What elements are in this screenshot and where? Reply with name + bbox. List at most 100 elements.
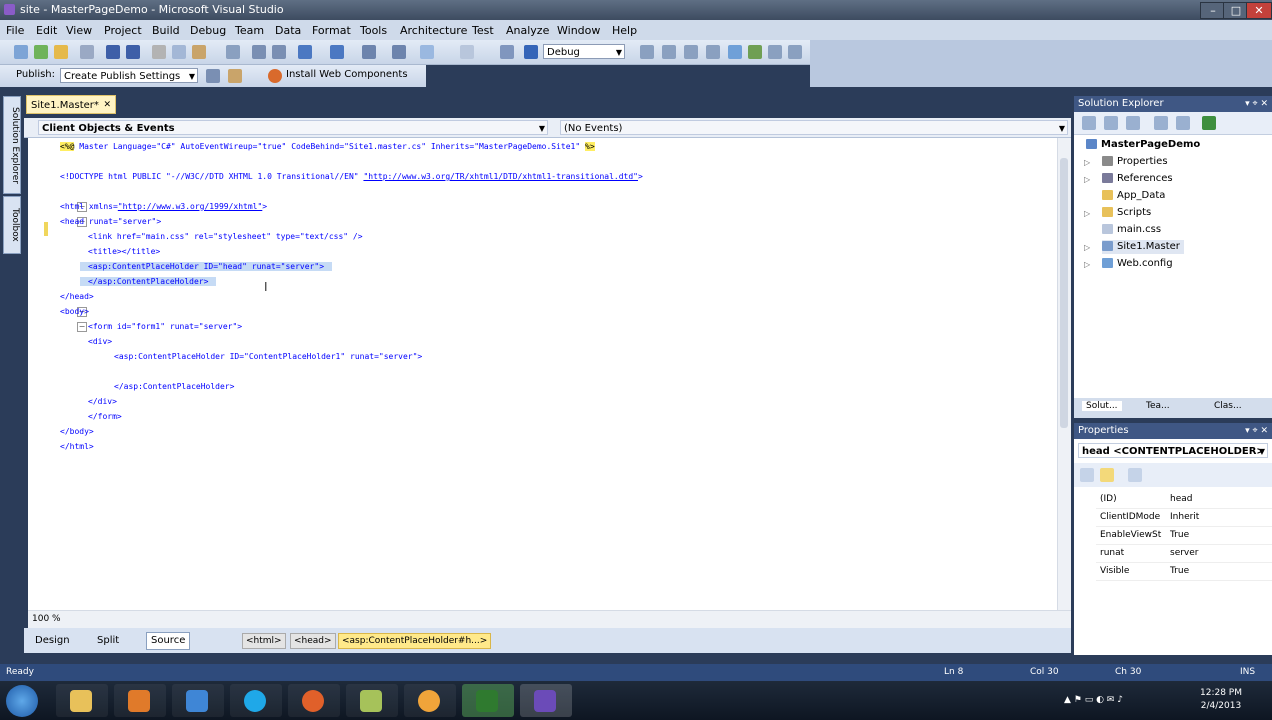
view-designer-icon[interactable]	[1176, 116, 1190, 130]
tree-web-config[interactable]: Web.config	[1102, 257, 1173, 271]
doctype-url[interactable]: "http://www.w3.org/TR/xhtml1/DTD/xhtml1-…	[363, 172, 638, 181]
show-all-files-icon[interactable]	[1104, 116, 1118, 130]
solution-config-icon[interactable]	[524, 45, 538, 59]
view-code-icon[interactable]	[1154, 116, 1168, 130]
tree-site1-master[interactable]: Site1.Master	[1102, 240, 1184, 254]
find-icon[interactable]	[226, 45, 240, 59]
property-value[interactable]: head	[1170, 491, 1192, 508]
add-item-icon[interactable]	[34, 45, 48, 59]
step-icon[interactable]	[460, 45, 474, 59]
find-in-files-icon[interactable]	[640, 45, 654, 59]
menu-help[interactable]: Help	[612, 24, 637, 37]
menu-analyze[interactable]: Analyze	[506, 24, 549, 37]
menu-test[interactable]: Test	[472, 24, 494, 37]
close-tab-icon[interactable]: ✕	[103, 96, 111, 115]
bookmark-icon[interactable]	[684, 45, 698, 59]
tab-site1-master[interactable]: Site1.Master* ✕	[26, 95, 116, 114]
scroll-thumb[interactable]	[1060, 158, 1068, 428]
code-editor[interactable]: − − − − <%@ Master Language="C#" AutoEve…	[28, 138, 1071, 610]
vertical-scrollbar[interactable]	[1057, 138, 1071, 610]
publish-settings-icon[interactable]	[228, 69, 242, 83]
client-objects-dropdown[interactable]: Client Objects & Events ▼	[38, 120, 548, 135]
cut-icon[interactable]	[152, 45, 166, 59]
events-dropdown[interactable]: (No Events) ▼	[560, 120, 1068, 135]
categorized-icon[interactable]	[1080, 468, 1094, 482]
alphabetical-icon[interactable]	[1100, 468, 1114, 482]
taskbar-firefox[interactable]	[288, 684, 340, 717]
install-web-icon[interactable]	[268, 69, 282, 83]
menu-debug[interactable]: Debug	[190, 24, 226, 37]
property-value[interactable]: Inherit	[1170, 509, 1199, 526]
taskbar-visual-studio[interactable]	[520, 684, 572, 717]
menu-edit[interactable]: Edit	[36, 24, 57, 37]
task-list-icon[interactable]	[706, 45, 720, 59]
expand-icon[interactable]: ▷	[1084, 260, 1090, 269]
menu-team[interactable]: Team	[235, 24, 264, 37]
taskbar-app[interactable]	[404, 684, 456, 717]
menu-tools[interactable]: Tools	[360, 24, 387, 37]
expand-icon[interactable]: ▷	[1084, 243, 1090, 252]
xmlns-url[interactable]: "http://www.w3.org/1999/xhtml"	[118, 202, 263, 211]
property-row-runat[interactable]: runat server	[1096, 545, 1272, 563]
start-button-icon[interactable]	[6, 685, 38, 717]
tree-scripts[interactable]: Scripts	[1102, 206, 1151, 220]
menu-format[interactable]: Format	[312, 24, 351, 37]
replace-icon[interactable]	[662, 45, 676, 59]
zoom-level[interactable]: 100 %	[32, 614, 61, 624]
menu-build[interactable]: Build	[152, 24, 180, 37]
navigate-forward-icon[interactable]	[392, 45, 406, 59]
tree-main-css[interactable]: main.css	[1102, 223, 1161, 237]
properties-icon[interactable]	[748, 45, 762, 59]
solution-explorer-side-tab[interactable]: Solution Explorer	[3, 96, 21, 194]
property-value[interactable]: True	[1170, 563, 1189, 580]
paste-icon[interactable]	[192, 45, 206, 59]
expand-icon[interactable]: ▷	[1084, 158, 1090, 167]
publish-web-icon[interactable]	[206, 69, 220, 83]
breadcrumb-html[interactable]: <html>	[242, 633, 286, 649]
taskbar-media-player[interactable]	[114, 684, 166, 717]
breadcrumb-head[interactable]: <head>	[290, 633, 336, 649]
property-row-id[interactable]: (ID) head	[1096, 491, 1272, 509]
solution-explorer-icon[interactable]	[728, 45, 742, 59]
taskbar-notes[interactable]	[346, 684, 398, 717]
menu-file[interactable]: File	[6, 24, 24, 37]
menu-window[interactable]: Window	[557, 24, 600, 37]
redo-icon[interactable]	[330, 45, 344, 59]
tab-solution-explorer[interactable]: Solut...	[1082, 401, 1122, 411]
taskbar-explorer[interactable]	[56, 684, 108, 717]
tab-class-view[interactable]: Clas...	[1214, 401, 1242, 411]
new-project-icon[interactable]	[14, 45, 28, 59]
expand-icon[interactable]: ▷	[1084, 175, 1090, 184]
install-web-components-button[interactable]: Install Web Components	[286, 69, 408, 80]
horizontal-scrollbar[interactable]: 100 %	[28, 610, 1071, 629]
open-file-icon[interactable]	[54, 45, 68, 59]
property-value[interactable]: True	[1170, 527, 1189, 544]
property-value[interactable]: server	[1170, 545, 1199, 562]
tray-icons[interactable]: ▲ ⚑ ▭ ◐ ✉ ♪	[1064, 695, 1123, 705]
toggle-icon[interactable]	[500, 45, 514, 59]
property-pages-icon[interactable]	[1128, 468, 1142, 482]
tree-project[interactable]: MasterPageDemo	[1086, 138, 1200, 152]
menu-architecture[interactable]: Architecture	[400, 24, 467, 37]
breadcrumb-contentplaceholder[interactable]: <asp:ContentPlaceHolder#h...>	[338, 633, 492, 649]
tree-app-data[interactable]: App_Data	[1102, 189, 1165, 203]
tab-team-explorer[interactable]: Tea...	[1146, 401, 1170, 411]
expand-icon[interactable]: ▷	[1084, 209, 1090, 218]
property-row-clientidmode[interactable]: ClientIDMode Inherit	[1096, 509, 1272, 527]
toolbox-icon[interactable]	[788, 45, 802, 59]
object-selector[interactable]: head <CONTENTPLACEHOLDER> ▼	[1078, 443, 1268, 458]
refresh-icon[interactable]	[1126, 116, 1140, 130]
undo-icon[interactable]	[298, 45, 312, 59]
add-new-item-icon[interactable]	[80, 45, 94, 59]
fold-toggle-icon[interactable]: −	[77, 322, 87, 332]
tree-properties[interactable]: Properties	[1102, 155, 1168, 169]
taskbar-skype[interactable]	[230, 684, 282, 717]
pin-icon[interactable]: ▾ ⌖ ✕	[1245, 423, 1268, 439]
menu-view[interactable]: View	[66, 24, 92, 37]
save-icon[interactable]	[106, 45, 120, 59]
toolbox-side-tab[interactable]: Toolbox	[3, 196, 21, 254]
menu-project[interactable]: Project	[104, 24, 142, 37]
comment-icon[interactable]	[252, 45, 266, 59]
pin-icon[interactable]: ▾ ⌖ ✕	[1245, 96, 1268, 112]
taskbar-ie[interactable]	[172, 684, 224, 717]
